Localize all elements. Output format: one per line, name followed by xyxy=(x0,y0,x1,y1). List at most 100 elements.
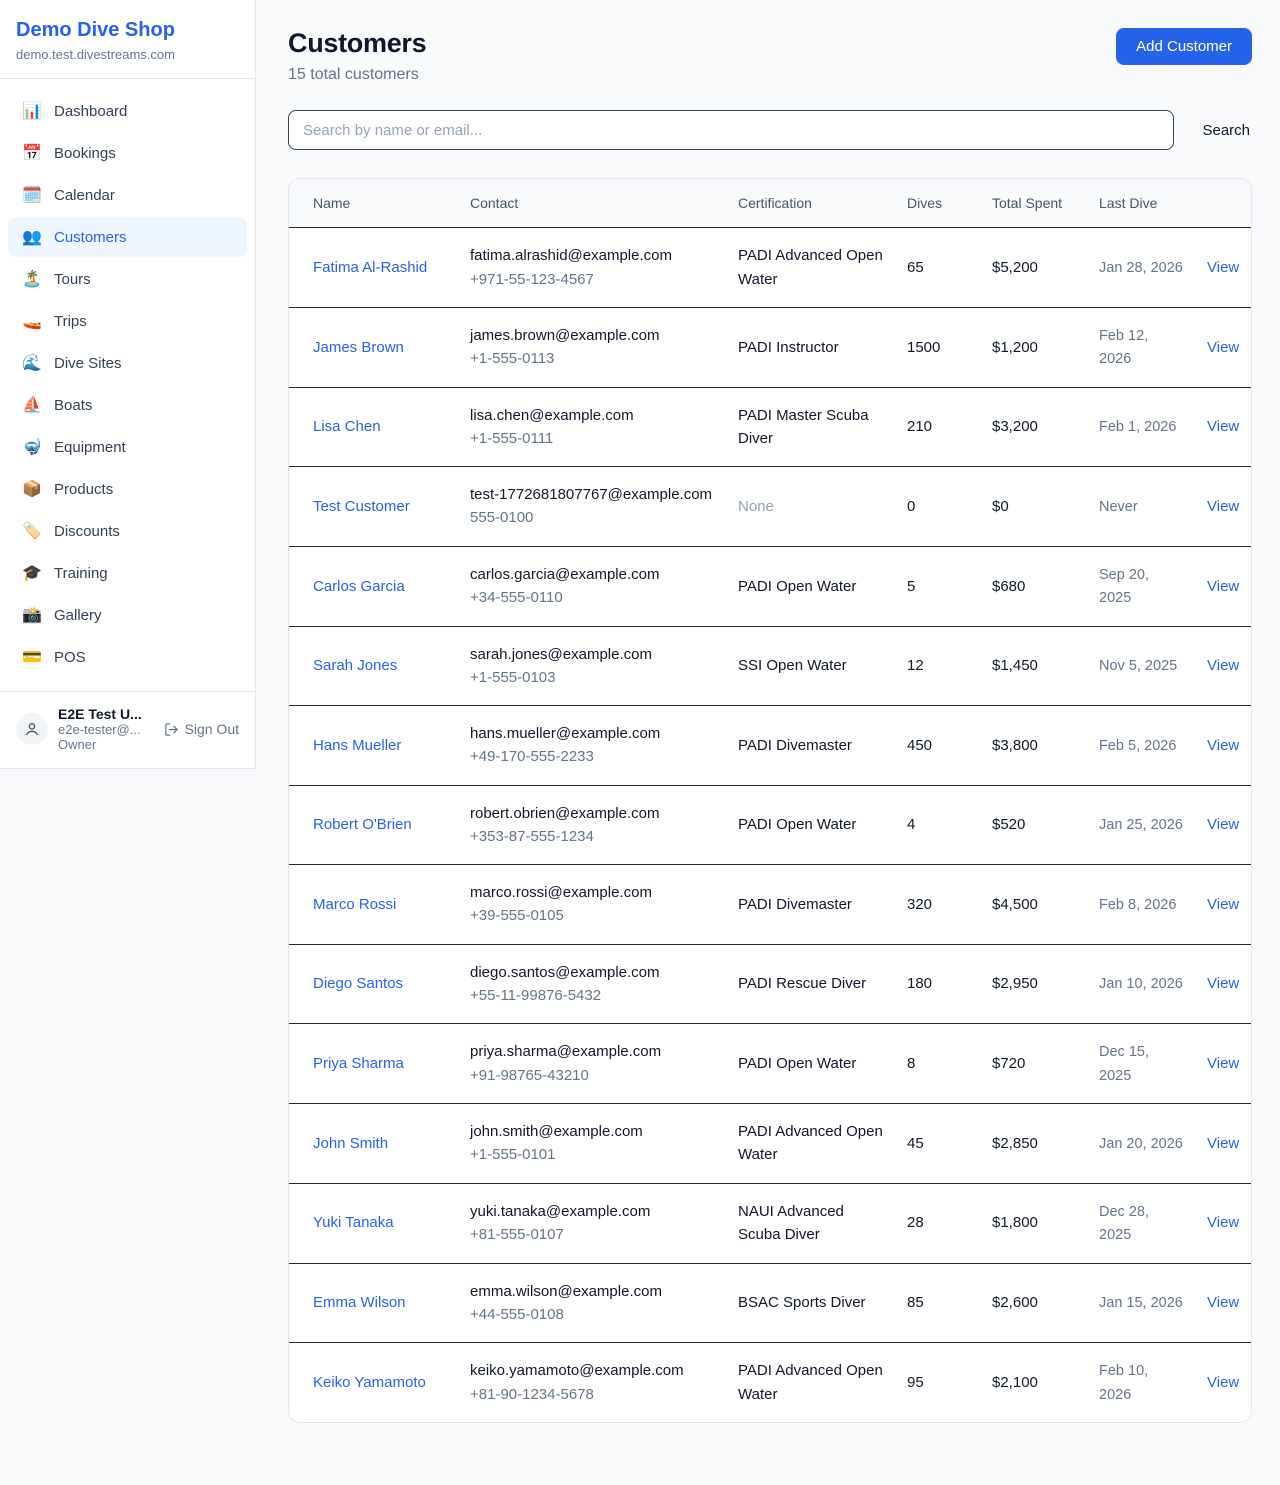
customer-dives: 320 xyxy=(907,896,932,913)
customer-email: keiko.yamamoto@example.com xyxy=(470,1359,714,1382)
customer-name-link[interactable]: John Smith xyxy=(313,1135,388,1152)
customer-name-link[interactable]: Fatima Al-Rashid xyxy=(313,259,427,276)
user-name: E2E Test U... xyxy=(58,706,154,722)
customer-name-link[interactable]: Emma Wilson xyxy=(313,1294,406,1311)
customers-table: NameContactCertificationDivesTotal Spent… xyxy=(289,179,1251,1422)
search-input[interactable] xyxy=(288,110,1174,150)
customer-name-link[interactable]: Priya Sharma xyxy=(313,1055,404,1072)
view-link[interactable]: View xyxy=(1207,1294,1239,1311)
customer-name-link[interactable]: Marco Rossi xyxy=(313,896,396,913)
view-link[interactable]: View xyxy=(1207,1374,1239,1391)
customer-name-link[interactable]: James Brown xyxy=(313,339,404,356)
sidebar-item-equipment[interactable]: 🤿 Equipment xyxy=(8,427,247,467)
sidebar-item-products[interactable]: 📦 Products xyxy=(8,469,247,509)
discounts-icon: 🏷️ xyxy=(22,521,42,541)
customer-phone: +55-11-99876-5432 xyxy=(470,984,714,1007)
customer-email: emma.wilson@example.com xyxy=(470,1280,714,1303)
customer-email: carlos.garcia@example.com xyxy=(470,563,714,586)
sidebar-item-training[interactable]: 🎓 Training xyxy=(8,553,247,593)
view-link[interactable]: View xyxy=(1207,259,1239,276)
customer-total-spent: $3,800 xyxy=(992,737,1038,754)
customer-dives: 45 xyxy=(907,1135,924,1152)
customer-last-dive: Feb 10, 2026 xyxy=(1099,1363,1148,1402)
add-customer-button[interactable]: Add Customer xyxy=(1116,28,1252,65)
column-header-contact: Contact xyxy=(458,179,726,228)
customer-email: diego.santos@example.com xyxy=(470,961,714,984)
view-link[interactable]: View xyxy=(1207,896,1239,913)
sidebar-item-gallery[interactable]: 📸 Gallery xyxy=(8,595,247,635)
table-row: Yuki Tanaka yuki.tanaka@example.com +81-… xyxy=(289,1183,1251,1263)
customer-total-spent: $4,500 xyxy=(992,896,1038,913)
customer-name-link[interactable]: Lisa Chen xyxy=(313,418,381,435)
customer-certification: NAUI Advanced Scuba Diver xyxy=(738,1203,844,1243)
search-button[interactable]: Search xyxy=(1200,114,1252,147)
customer-certification: PADI Instructor xyxy=(738,339,839,356)
customer-name-link[interactable]: Carlos Garcia xyxy=(313,578,405,595)
sidebar-user-section: E2E Test U... e2e-tester@... Owner Sign … xyxy=(0,691,255,768)
view-link[interactable]: View xyxy=(1207,1214,1239,1231)
sidebar-item-boats[interactable]: ⛵ Boats xyxy=(8,385,247,425)
customer-phone: +1-555-0101 xyxy=(470,1143,714,1166)
table-row: Emma Wilson emma.wilson@example.com +44-… xyxy=(289,1263,1251,1343)
sidebar: Demo Dive Shop demo.test.divestreams.com… xyxy=(0,0,256,769)
customer-phone: +49-170-555-2233 xyxy=(470,745,714,768)
customer-last-dive: Feb 8, 2026 xyxy=(1099,897,1176,913)
page-title: Customers xyxy=(288,28,426,59)
customer-name-link[interactable]: Yuki Tanaka xyxy=(313,1214,394,1231)
customer-dives: 1500 xyxy=(907,339,940,356)
view-link[interactable]: View xyxy=(1207,657,1239,674)
customer-total-spent: $720 xyxy=(992,1055,1025,1072)
view-link[interactable]: View xyxy=(1207,498,1239,515)
view-link[interactable]: View xyxy=(1207,1135,1239,1152)
sidebar-item-calendar[interactable]: 🗓️ Calendar xyxy=(8,175,247,215)
column-header-certification: Certification xyxy=(726,179,895,228)
view-link[interactable]: View xyxy=(1207,737,1239,754)
app-root: Demo Dive Shop demo.test.divestreams.com… xyxy=(0,0,1280,1453)
view-link[interactable]: View xyxy=(1207,816,1239,833)
sign-out-label: Sign Out xyxy=(185,721,239,737)
customer-name-link[interactable]: Sarah Jones xyxy=(313,657,397,674)
sidebar-item-dashboard[interactable]: 📊 Dashboard xyxy=(8,91,247,131)
customer-name-link[interactable]: Robert O'Brien xyxy=(313,816,412,833)
customer-phone: +1-555-0111 xyxy=(470,427,714,450)
view-link[interactable]: View xyxy=(1207,975,1239,992)
sidebar-item-discounts[interactable]: 🏷️ Discounts xyxy=(8,511,247,551)
tours-icon: 🏝️ xyxy=(22,269,42,289)
view-link[interactable]: View xyxy=(1207,418,1239,435)
table-row: Carlos Garcia carlos.garcia@example.com … xyxy=(289,546,1251,626)
customer-phone: 555-0100 xyxy=(470,506,714,529)
customer-name-link[interactable]: Diego Santos xyxy=(313,975,403,992)
customer-last-dive: Jan 20, 2026 xyxy=(1099,1136,1183,1152)
customer-name-link[interactable]: Test Customer xyxy=(313,498,410,515)
customer-name-link[interactable]: Keiko Yamamoto xyxy=(313,1374,426,1391)
view-link[interactable]: View xyxy=(1207,1055,1239,1072)
sidebar-item-trips[interactable]: 🚤 Trips xyxy=(8,301,247,341)
view-link[interactable]: View xyxy=(1207,339,1239,356)
customer-total-spent: $1,450 xyxy=(992,657,1038,674)
table-row: James Brown james.brown@example.com +1-5… xyxy=(289,307,1251,387)
sidebar-item-customers[interactable]: 👥 Customers xyxy=(8,217,247,257)
customers-table-card: NameContactCertificationDivesTotal Spent… xyxy=(288,178,1252,1423)
user-meta: E2E Test U... e2e-tester@... Owner xyxy=(58,706,154,752)
sidebar-item-dive-sites[interactable]: 🌊 Dive Sites xyxy=(8,343,247,383)
sign-out-button[interactable]: Sign Out xyxy=(164,721,239,737)
customer-last-dive: Sep 20, 2025 xyxy=(1099,567,1149,606)
customer-last-dive: Jan 25, 2026 xyxy=(1099,817,1183,833)
customer-dives: 210 xyxy=(907,418,932,435)
equipment-icon: 🤿 xyxy=(22,437,42,457)
customer-dives: 28 xyxy=(907,1214,924,1231)
avatar xyxy=(16,713,48,745)
column-header-dives: Dives xyxy=(895,179,980,228)
dive-sites-icon: 🌊 xyxy=(22,353,42,373)
customer-phone: +91-98765-43210 xyxy=(470,1064,714,1087)
customer-total-spent: $680 xyxy=(992,578,1025,595)
table-row: Test Customer test-1772681807767@example… xyxy=(289,467,1251,547)
customer-last-dive: Nov 5, 2025 xyxy=(1099,658,1177,674)
sidebar-item-tours[interactable]: 🏝️ Tours xyxy=(8,259,247,299)
sidebar-item-bookings[interactable]: 📅 Bookings xyxy=(8,133,247,173)
customer-last-dive: Never xyxy=(1099,499,1138,515)
view-link[interactable]: View xyxy=(1207,578,1239,595)
sidebar-item-pos[interactable]: 💳 POS xyxy=(8,637,247,677)
customer-dives: 95 xyxy=(907,1374,924,1391)
customer-name-link[interactable]: Hans Mueller xyxy=(313,737,401,754)
